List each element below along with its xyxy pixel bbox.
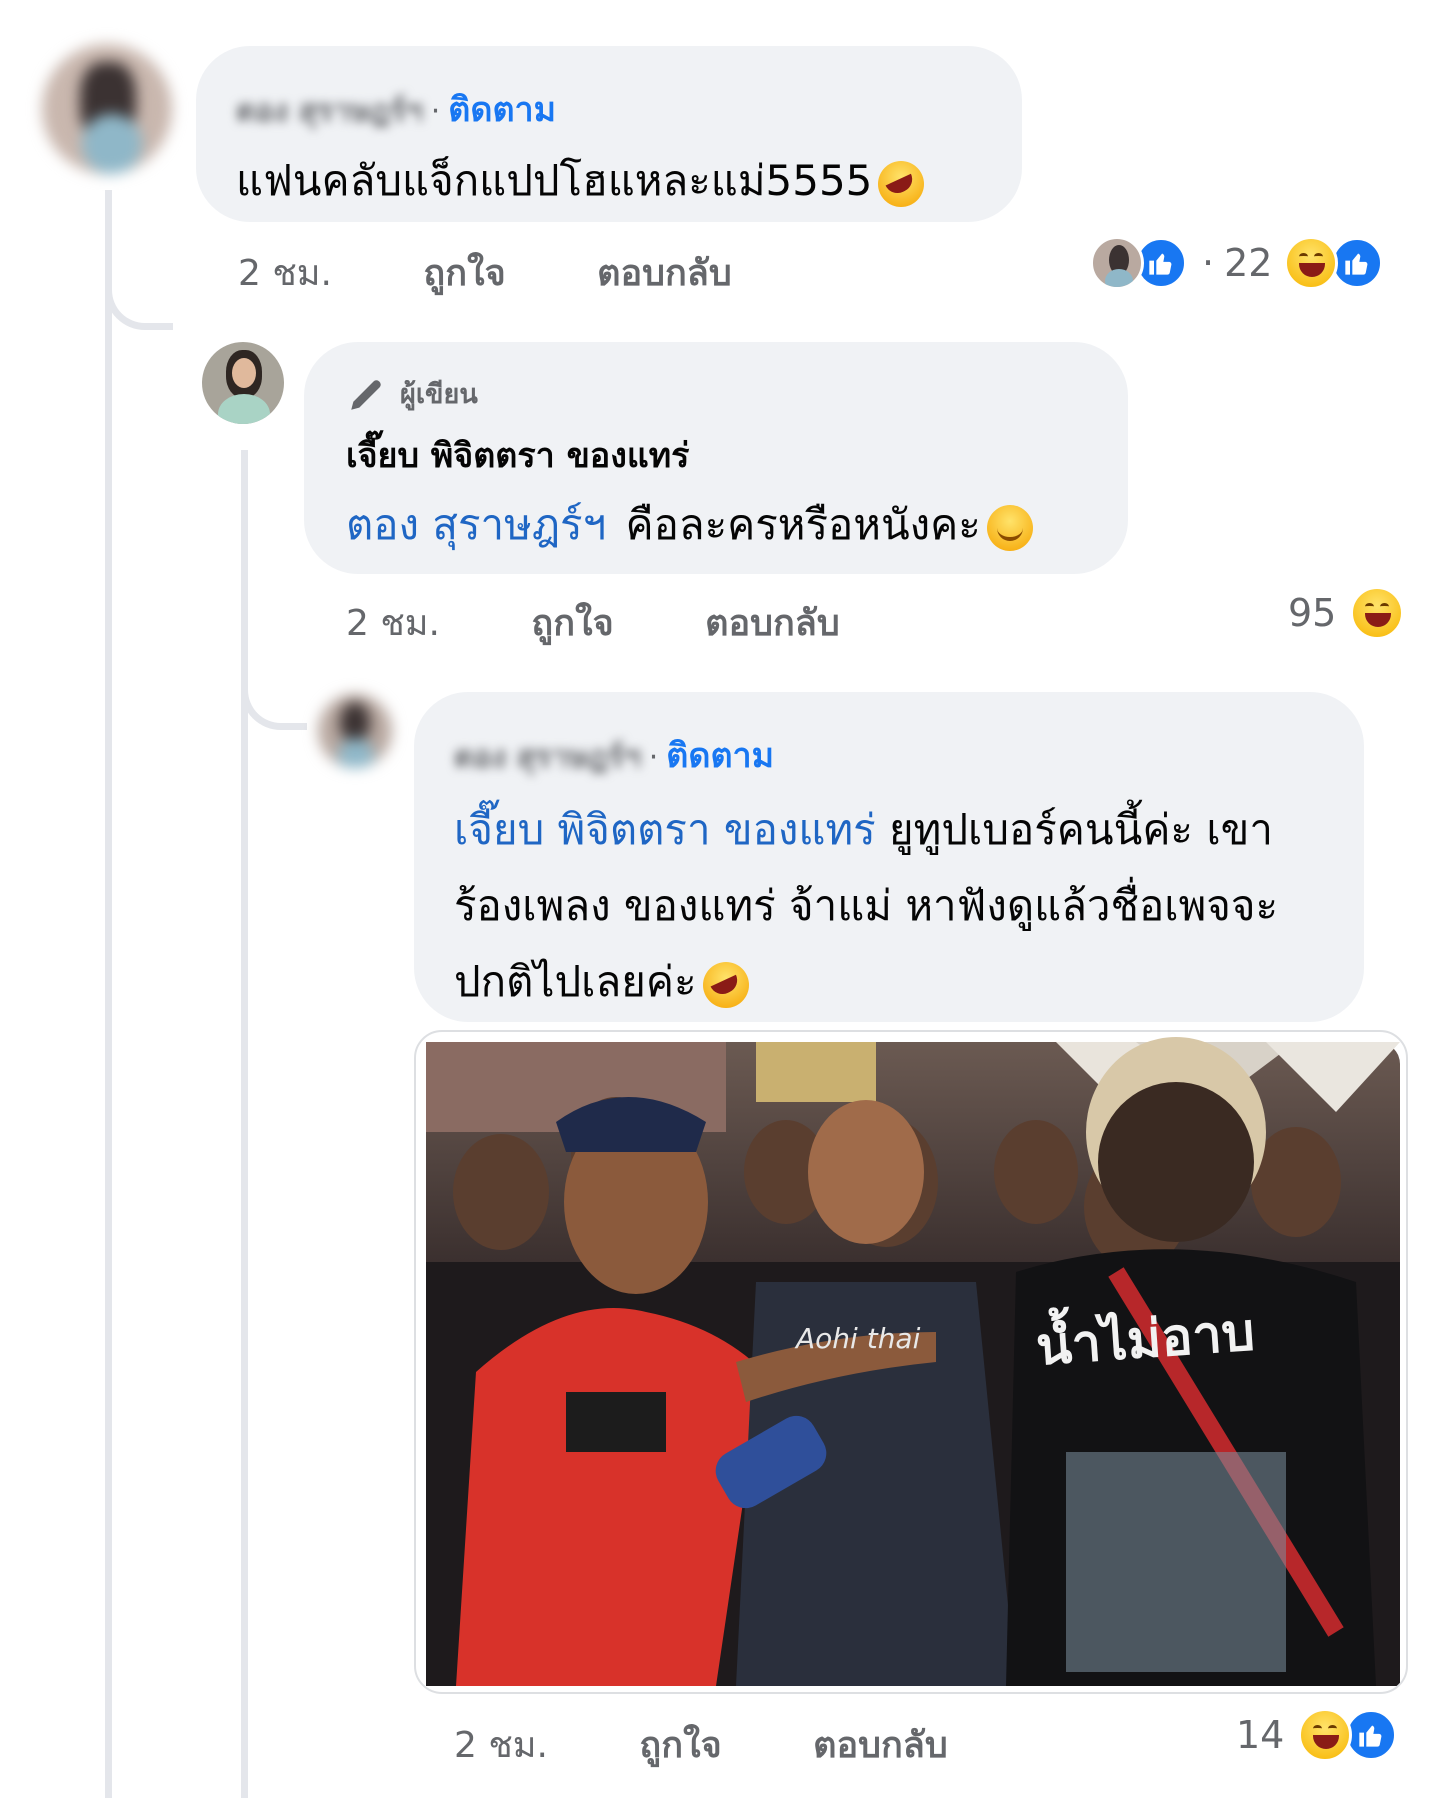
- pen-icon: [351, 379, 381, 410]
- comment-text-line-2: ร้องเพลง ของแทร่ จ้าแม่ หาฟังดูแล้วชื่อเ…: [454, 881, 1279, 930]
- smile-emoji: [986, 504, 1033, 551]
- thumbs-up-icon: [1330, 236, 1385, 290]
- comment-photo[interactable]: น้ำไม่อาบ Aohi thai: [414, 1030, 1408, 1694]
- author-comment-bubble: ผู้เขียน เจี๊ยบ พิจิตตรา ของแทร่ ตอง สุร…: [304, 342, 1128, 574]
- comment-text: คือละครหรือหนังคะ: [625, 500, 981, 549]
- like-button[interactable]: ถูกใจ: [639, 1725, 721, 1766]
- comment-actions: 2 ชม. ถูกใจ ตอบกลับ: [238, 244, 812, 301]
- photo-shirt-text: น้ำไม่อาบ: [1034, 1302, 1257, 1378]
- author-badge: ผู้เขียน: [400, 379, 478, 410]
- thread-line-main: [105, 190, 112, 1798]
- photo-vest-text: Aohi thai: [796, 1322, 921, 1355]
- reaction-count: 22: [1224, 241, 1273, 285]
- comment-time[interactable]: 2 ชม.: [454, 1725, 548, 1766]
- thread-connector-1: [105, 250, 173, 330]
- comment-actions: 2 ชม. ถูกใจ ตอบกลับ: [454, 1716, 1028, 1773]
- comment-time[interactable]: 2 ชม.: [238, 253, 332, 294]
- mention-link[interactable]: ตอง สุราษฎร์ฯ: [346, 500, 606, 549]
- rofl-emoji: [878, 160, 925, 207]
- avatar[interactable]: [318, 694, 392, 768]
- reply-button[interactable]: ตอบกลับ: [597, 253, 732, 294]
- reply-button[interactable]: ตอบกลับ: [705, 603, 840, 644]
- haha-icon: [1350, 586, 1405, 640]
- follow-button[interactable]: ติดตาม: [448, 90, 556, 130]
- reaction-summary[interactable]: 14: [1236, 1708, 1399, 1762]
- follow-button[interactable]: ติดตาม: [666, 736, 774, 776]
- thumbs-up-icon: [1344, 1708, 1399, 1762]
- comment-text-line-3: ปกติไปเลยค่ะ: [454, 957, 697, 1006]
- reaction-count: 14: [1236, 1713, 1285, 1757]
- comment-actions: 2 ชม. ถูกใจ ตอบกลับ: [346, 594, 920, 651]
- comment-time[interactable]: 2 ชม.: [346, 603, 440, 644]
- haha-icon: [1298, 1708, 1353, 1762]
- comment-bubble: ตอง สุราษฎร์ฯ · ติดตาม แฟนคลับแจ็กแปปโฮแหล…: [196, 46, 1022, 222]
- mention-link[interactable]: เจี๊ยบ พิจิตตรา ของแทร่: [454, 805, 876, 854]
- reply-button[interactable]: ตอบกลับ: [813, 1725, 948, 1766]
- reaction-summary[interactable]: · 22: [1090, 236, 1385, 290]
- like-button[interactable]: ถูกใจ: [423, 253, 505, 294]
- comment-bubble: ตอง สุราษฎร์ฯ · ติดตาม เจี๊ยบ พิจิตตรา ของ…: [414, 692, 1364, 1022]
- comment-author[interactable]: ตอง สุราษฎร์ฯ: [454, 734, 641, 781]
- reaction-separator: ·: [1202, 241, 1215, 285]
- thread-connector-2: [241, 650, 307, 730]
- comment-author[interactable]: ตอง สุราษฎร์ฯ: [236, 88, 423, 135]
- comment-author[interactable]: เจี๊ยบ พิจิตตรา ของแทร่: [346, 428, 689, 482]
- like-button[interactable]: ถูกใจ: [531, 603, 613, 644]
- rofl-emoji: [702, 961, 749, 1008]
- haha-icon: [1284, 236, 1339, 290]
- author-avatar[interactable]: [202, 342, 284, 424]
- reaction-summary[interactable]: 95: [1288, 586, 1405, 640]
- reactor-avatar: [1090, 236, 1144, 290]
- photo-crowd-scene: [426, 1037, 1400, 1686]
- comment-text-line-1: ยูทูปเบอร์คนนี้ค่ะ เขา: [889, 805, 1273, 854]
- reaction-count: 95: [1288, 591, 1337, 635]
- comment-text: แฟนคลับแจ็กแปปโฮแหละแม่5555: [236, 156, 873, 205]
- avatar[interactable]: [42, 44, 172, 174]
